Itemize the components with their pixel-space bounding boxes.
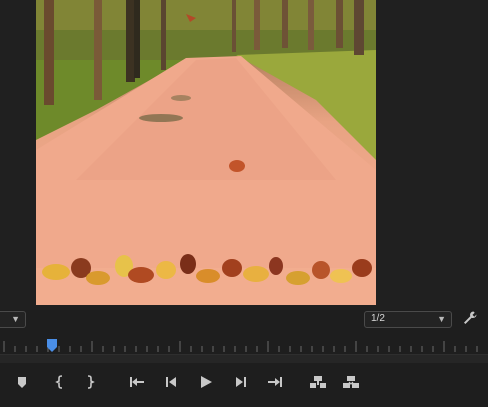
chevron-down-icon: ▼ bbox=[11, 314, 20, 324]
play-icon bbox=[201, 376, 212, 388]
wrench-icon[interactable] bbox=[462, 310, 478, 326]
play-button[interactable] bbox=[196, 372, 216, 392]
step-back-icon bbox=[166, 377, 176, 387]
go-to-in-icon bbox=[130, 377, 144, 387]
timeline-zoom-track[interactable] bbox=[0, 354, 488, 363]
add-marker-button[interactable] bbox=[12, 372, 32, 392]
zoom-level-dropdown[interactable]: ▼ bbox=[0, 311, 26, 328]
mark-in-button[interactable] bbox=[50, 372, 70, 392]
resolution-dropdown[interactable]: 1/2 ▼ bbox=[364, 311, 452, 328]
extract-icon bbox=[343, 376, 359, 388]
time-ruler[interactable] bbox=[0, 336, 488, 354]
go-to-out-icon bbox=[268, 377, 282, 387]
go-to-in-button[interactable] bbox=[127, 372, 147, 392]
marker-icon bbox=[18, 377, 26, 388]
mark-out-button[interactable] bbox=[80, 372, 100, 392]
step-back-button[interactable] bbox=[161, 372, 181, 392]
forest-road-image bbox=[36, 0, 376, 305]
program-monitor bbox=[0, 0, 488, 310]
go-to-out-button[interactable] bbox=[265, 372, 285, 392]
step-forward-button[interactable] bbox=[231, 372, 251, 392]
transport-controls bbox=[0, 370, 488, 396]
chevron-down-icon: ▼ bbox=[437, 314, 446, 324]
extract-button[interactable] bbox=[341, 372, 361, 392]
lift-button[interactable] bbox=[308, 372, 328, 392]
video-frame[interactable] bbox=[36, 0, 376, 305]
mark-in-icon bbox=[55, 375, 63, 389]
step-forward-icon bbox=[236, 377, 246, 387]
resolution-value: 1/2 bbox=[371, 313, 385, 324]
playhead-icon[interactable] bbox=[47, 339, 57, 353]
lift-icon bbox=[310, 376, 326, 388]
mark-out-icon bbox=[87, 375, 95, 389]
